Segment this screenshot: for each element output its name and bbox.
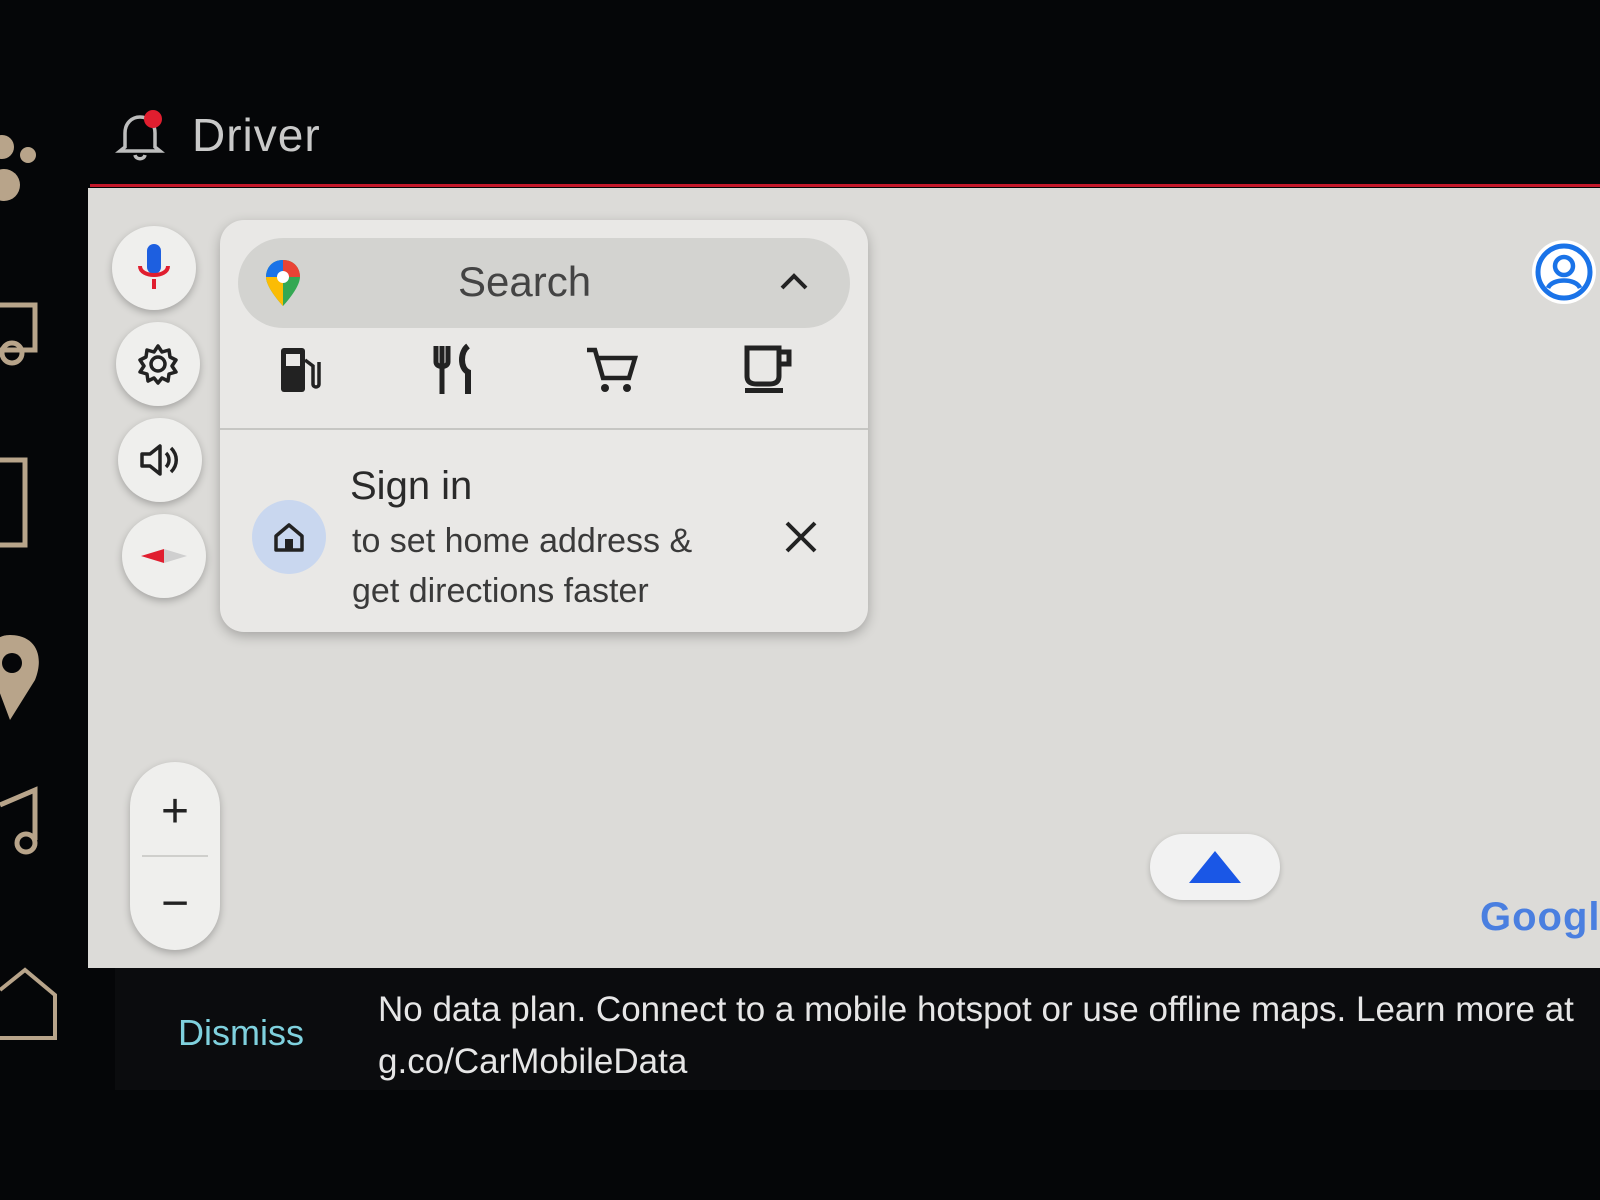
recenter-button[interactable] (1150, 834, 1280, 900)
restaurants-button[interactable] (426, 340, 486, 400)
account-button[interactable] (1532, 240, 1596, 304)
snackbar-message: No data plan. Connect to a mobile hotspo… (378, 990, 1574, 1081)
launcher-icon[interactable] (0, 125, 50, 215)
zoom-in-button[interactable]: + (130, 766, 220, 856)
signin-title[interactable]: Sign in (350, 464, 472, 509)
shopping-cart-icon (587, 347, 639, 392)
close-icon (785, 521, 817, 553)
driver-profile-label[interactable]: Driver (192, 108, 321, 162)
compass-icon (141, 549, 187, 563)
search-bar[interactable]: Search (238, 238, 850, 328)
account-circle-icon (1535, 243, 1593, 301)
compass-button[interactable] (122, 514, 206, 598)
app-rail (0, 100, 80, 1100)
zoom-out-button[interactable]: − (130, 858, 220, 948)
phone-icon[interactable] (0, 455, 50, 555)
fork-knife-icon (433, 343, 471, 394)
card-divider (220, 428, 868, 430)
navigation-arrow-icon (1189, 851, 1241, 883)
settings-button[interactable] (116, 322, 200, 406)
grocery-button[interactable] (582, 340, 642, 400)
home-icon (274, 523, 304, 552)
google-maps-icon (266, 260, 300, 306)
home-address-badge (252, 500, 326, 574)
zoom-controls: + − (130, 762, 220, 950)
category-shortcuts (220, 340, 868, 420)
google-wordmark: Google (1480, 895, 1600, 939)
voice-button[interactable] (112, 226, 196, 310)
close-signin-button[interactable] (776, 512, 826, 562)
signin-subtitle: to set home address & get directions fas… (352, 522, 693, 610)
maps-pin-icon[interactable] (0, 625, 50, 725)
gas-station-icon (281, 348, 321, 392)
dismiss-button[interactable]: Dismiss (178, 1012, 304, 1054)
search-card: Search Sign in to set home address & get… (220, 220, 868, 632)
zoom-separator (142, 855, 208, 857)
sound-button[interactable] (118, 418, 202, 502)
coffee-button[interactable] (738, 340, 798, 400)
top-bar: Driver (110, 100, 321, 170)
vehicle-icon[interactable] (0, 295, 50, 375)
speaker-icon (140, 444, 178, 476)
chevron-up-icon[interactable] (778, 268, 810, 296)
google-logo: Google (1480, 895, 1600, 940)
coffee-cup-icon (744, 345, 792, 393)
gas-station-button[interactable] (270, 340, 330, 400)
search-placeholder: Search (458, 258, 592, 305)
accent-divider (90, 184, 1600, 187)
microphone-icon (138, 244, 170, 289)
notification-bell-icon[interactable] (110, 105, 170, 165)
home-icon[interactable] (0, 960, 60, 1050)
map-canvas-bottom[interactable] (115, 920, 1600, 968)
gear-icon (138, 344, 178, 385)
music-icon[interactable] (0, 785, 50, 865)
